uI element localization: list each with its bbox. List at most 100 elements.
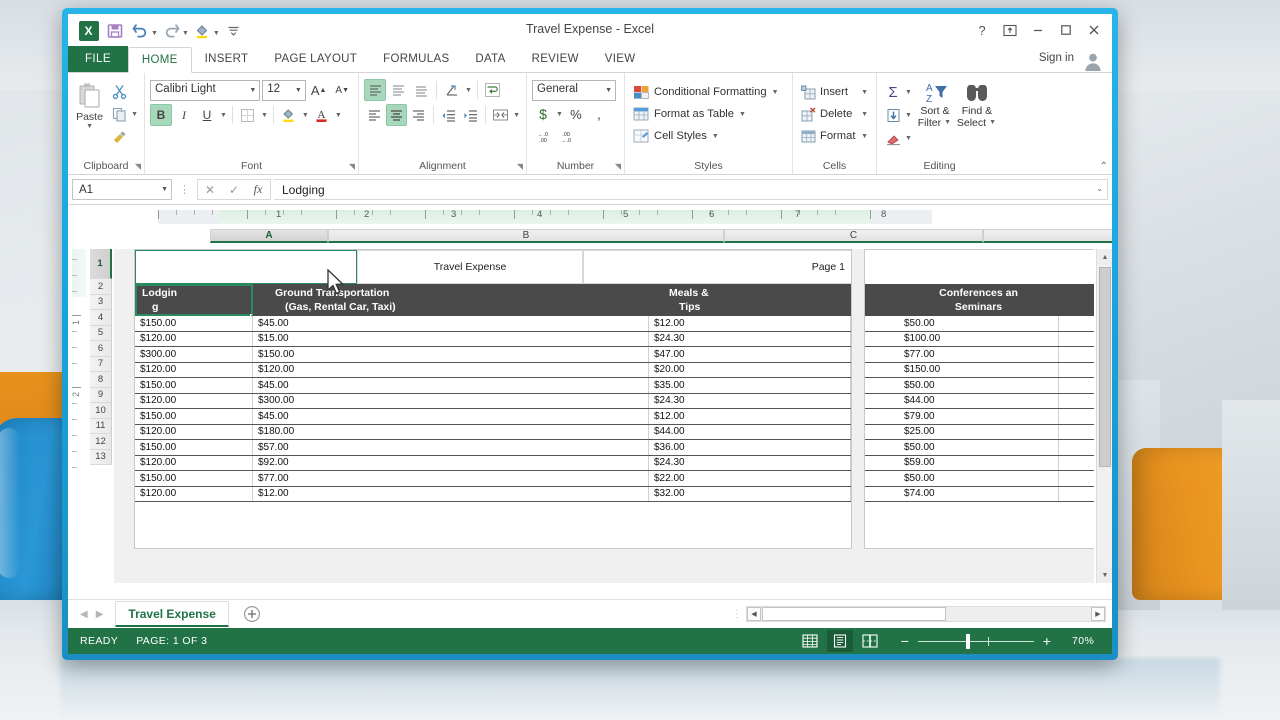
cut-button[interactable] xyxy=(108,80,130,102)
copy-dropdown-icon[interactable]: ▼ xyxy=(130,111,139,118)
table-row[interactable]: $150.00 $77.00 $22.00 xyxy=(135,471,851,487)
table-row[interactable]: $120.00 $300.00 $24.30 xyxy=(135,393,851,409)
cell-ground-transportation[interactable]: $12.00 xyxy=(253,486,649,501)
cell-ground-transportation[interactable]: $77.00 xyxy=(253,471,649,486)
paste-button[interactable]: Paste ▼ xyxy=(73,78,106,148)
cell-conferences-seminars[interactable]: $50.00 xyxy=(899,378,1059,393)
expand-formula-bar-icon[interactable]: ⌄ xyxy=(1096,184,1103,193)
table-row[interactable]: $150.00 $45.00 $35.00 xyxy=(135,378,851,394)
format-cells-button[interactable]: Format ▼ xyxy=(798,125,872,147)
worksheet-page-1[interactable]: Travel Expense Page 1 Lodgin g Ground Tr… xyxy=(134,249,852,549)
horizontal-scrollbar[interactable]: ◀ ▶ xyxy=(746,606,1106,622)
cell-conferences-seminars[interactable]: $59.00 xyxy=(899,455,1059,470)
cell-conferences-seminars[interactable]: $25.00 xyxy=(899,424,1059,439)
middle-align-button[interactable] xyxy=(387,79,409,101)
sign-in-link[interactable]: Sign in xyxy=(1039,52,1074,64)
row-header-6[interactable]: 6 xyxy=(90,341,112,357)
find-select-dropdown-icon[interactable]: ▼ xyxy=(988,117,997,129)
underline-dropdown-icon[interactable]: ▼ xyxy=(219,112,228,119)
conditional-formatting-button[interactable]: Conditional Formatting ▼ xyxy=(630,81,787,103)
cell-ground-transportation[interactable]: $92.00 xyxy=(253,455,649,470)
number-format-select[interactable]: General ▼ xyxy=(532,80,616,101)
table-row[interactable]: $50.00 xyxy=(865,316,1094,332)
table-row[interactable]: $120.00 $92.00 $24.30 xyxy=(135,455,851,471)
page-header-center-cell[interactable]: Travel Expense xyxy=(357,250,583,284)
table-row[interactable]: $44.00 xyxy=(865,393,1094,409)
insert-cells-button[interactable]: Insert ▼ xyxy=(798,81,872,103)
table-row[interactable]: $100.00 xyxy=(865,331,1094,347)
cell-meals-tips[interactable]: $20.00 xyxy=(649,362,851,377)
column-header-c[interactable]: C xyxy=(724,229,983,243)
accounting-format-button[interactable]: $ xyxy=(532,103,554,125)
cell-meals-tips[interactable]: $44.00 xyxy=(649,424,851,439)
tab-home[interactable]: HOME xyxy=(127,47,192,73)
row-header-1[interactable]: 1 xyxy=(90,249,112,279)
cell-ground-transportation[interactable]: $180.00 xyxy=(253,424,649,439)
cell-meals-tips[interactable]: $24.30 xyxy=(649,331,851,346)
alignment-dialog-launcher[interactable]: ◥ xyxy=(517,162,523,171)
cell-conferences-seminars[interactable]: $79.00 xyxy=(899,409,1059,424)
bottom-align-button[interactable] xyxy=(410,79,432,101)
orientation-button[interactable] xyxy=(441,79,463,101)
comma-format-button[interactable]: , xyxy=(588,103,610,125)
cell-lodging[interactable]: $120.00 xyxy=(135,486,253,501)
insert-dropdown-icon[interactable]: ▼ xyxy=(860,89,869,96)
cell-ground-transportation[interactable]: $45.00 xyxy=(253,409,649,424)
cell-conferences-seminars[interactable]: $77.00 xyxy=(899,347,1059,362)
number-format-dropdown-icon[interactable]: ▼ xyxy=(605,87,612,94)
horizontal-ruler[interactable]: 1 2 3 4 5 6 7 8 xyxy=(90,207,1094,227)
table-row[interactable]: $25.00 xyxy=(865,424,1094,440)
cell-meals-tips[interactable]: $32.00 xyxy=(649,486,851,501)
row-header-2[interactable]: 2 xyxy=(90,279,112,295)
tab-page-layout[interactable]: PAGE LAYOUT xyxy=(261,46,370,72)
fill-color-dropdown-icon-2[interactable]: ▼ xyxy=(301,112,310,119)
table-row[interactable]: $150.00 xyxy=(865,362,1094,378)
increase-font-size-button[interactable]: A ▲ xyxy=(308,79,330,101)
tab-view[interactable]: VIEW xyxy=(592,46,649,72)
merge-and-center-button[interactable] xyxy=(490,104,511,126)
minimize-button[interactable] xyxy=(1024,17,1052,43)
increase-decimal-button[interactable]: ←.0.00 xyxy=(532,126,554,148)
table-row[interactable]: $79.00 xyxy=(865,409,1094,425)
cell-conferences-seminars[interactable]: $100.00 xyxy=(899,331,1059,346)
cell-lodging[interactable]: $150.00 xyxy=(135,440,253,455)
cell-ground-transportation[interactable]: $300.00 xyxy=(253,393,649,408)
table-row[interactable]: $120.00 $12.00 $32.00 xyxy=(135,486,851,502)
table-row[interactable]: $50.00 xyxy=(865,440,1094,456)
table-row[interactable]: $120.00 $180.00 $44.00 xyxy=(135,424,851,440)
cell-conferences-seminars[interactable]: $50.00 xyxy=(899,316,1059,331)
zoom-slider-thumb[interactable] xyxy=(966,633,970,649)
format-as-table-button[interactable]: Format as Table ▼ xyxy=(630,103,787,125)
formula-bar-divider-icon[interactable]: ⋮ xyxy=(175,183,194,196)
conditional-formatting-dropdown-icon[interactable]: ▼ xyxy=(771,89,780,96)
fill-button[interactable] xyxy=(882,104,904,126)
cell-ground-transportation[interactable]: $45.00 xyxy=(253,378,649,393)
cell-styles-dropdown-icon[interactable]: ▼ xyxy=(711,133,720,140)
cell-meals-tips[interactable]: $24.30 xyxy=(649,393,851,408)
decrease-font-size-button[interactable]: A ▼ xyxy=(331,79,353,101)
center-align-button[interactable] xyxy=(386,104,408,126)
vertical-scrollbar[interactable]: ▲ ▼ xyxy=(1096,249,1112,583)
name-box-dropdown-icon[interactable]: ▼ xyxy=(161,186,168,193)
copy-button[interactable] xyxy=(108,103,130,125)
delete-dropdown-icon[interactable]: ▼ xyxy=(860,111,869,118)
cell-meals-tips[interactable]: $22.00 xyxy=(649,471,851,486)
page-canvas[interactable]: Travel Expense Page 1 Lodgin g Ground Tr… xyxy=(114,249,1094,583)
table-header-lodging[interactable]: Lodgin g xyxy=(135,284,253,316)
cell-lodging[interactable]: $150.00 xyxy=(135,471,253,486)
sort-filter-dropdown-icon[interactable]: ▼ xyxy=(943,117,952,129)
cell-meals-tips[interactable]: $35.00 xyxy=(649,378,851,393)
underline-button[interactable]: U xyxy=(196,104,218,126)
cell-ground-transportation[interactable]: $15.00 xyxy=(253,331,649,346)
table-row[interactable]: $300.00 $150.00 $47.00 xyxy=(135,347,851,363)
user-avatar-icon[interactable] xyxy=(1080,49,1106,73)
cell-styles-button[interactable]: Cell Styles ▼ xyxy=(630,125,787,147)
sheet-tab-travel-expense[interactable]: Travel Expense xyxy=(115,601,229,627)
formula-input[interactable]: Lodging ⌄ xyxy=(274,179,1108,200)
insert-function-button[interactable]: fx xyxy=(246,180,270,199)
cell-meals-tips[interactable]: $12.00 xyxy=(649,409,851,424)
cell-conferences-seminars[interactable]: $150.00 xyxy=(899,362,1059,377)
cell-lodging[interactable]: $120.00 xyxy=(135,331,253,346)
font-name-input[interactable]: Calibri Light ▼ xyxy=(150,79,261,101)
tab-file[interactable]: FILE xyxy=(68,46,128,72)
